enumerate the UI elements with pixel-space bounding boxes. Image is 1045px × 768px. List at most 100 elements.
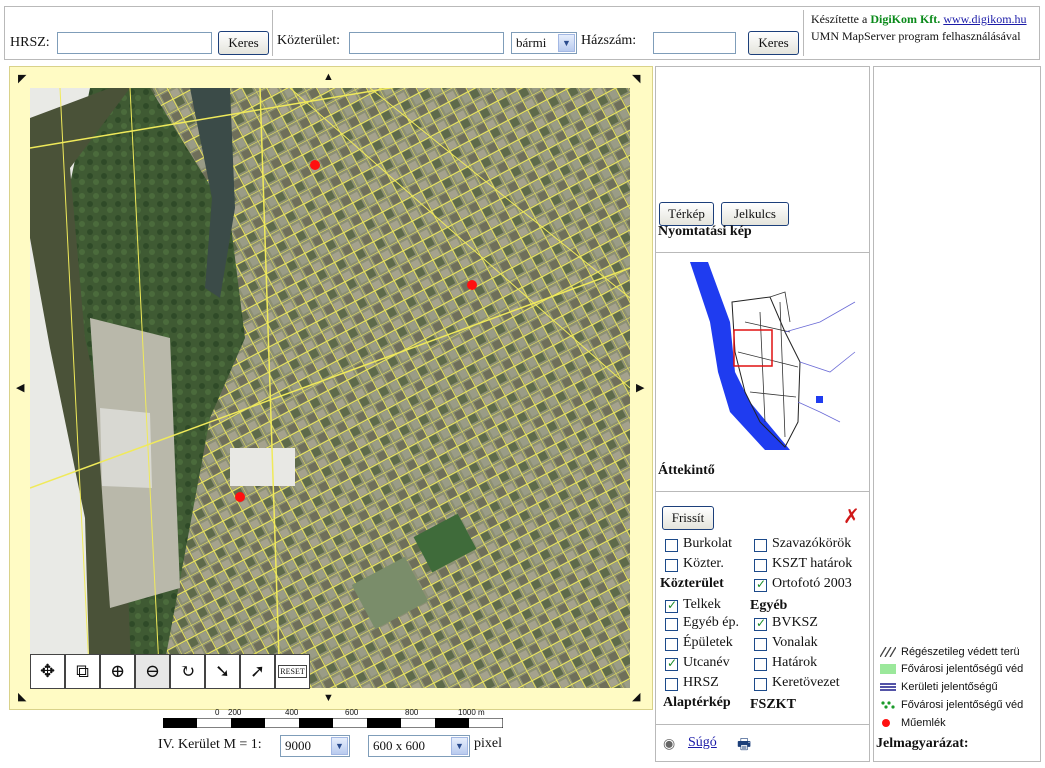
refresh-layers-button[interactable]: Frissít [662,506,714,530]
credit: Készítette a DigiKom Kft. www.digikom.hu… [811,11,1039,45]
legend-item: Régészetileg védett terü [880,646,1020,658]
pan-tool-button[interactable]: ✥ [30,654,65,689]
zoom-refresh-button[interactable]: ↻ [170,654,205,689]
layer-label: Szavazókörök [772,536,852,551]
chevron-down-icon: ▼ [451,737,468,755]
layer-checkbox-utcanev[interactable] [665,656,678,671]
legend-label: Fővárosi jelentőségű véd [901,663,1024,675]
layer-checkbox-hatarok[interactable] [754,658,767,671]
print-icon[interactable]: 🖶 [737,734,751,759]
layer-label: HRSZ [683,675,719,690]
layer-checkbox-kozter[interactable] [665,559,678,572]
pan-southeast-icon[interactable]: ◢ [632,692,640,703]
legend-label: Műemlék [901,717,946,729]
credit-prefix: Készítette a [811,12,871,26]
layer-checkbox-bvksz[interactable] [754,616,767,631]
street-input[interactable] [349,32,504,54]
clear-layers-icon[interactable]: ✗ [843,504,860,528]
layer-label: Keretövezet [772,675,840,690]
scale-tick: 600 [345,708,359,717]
alapterkep-section-title: Alaptérkép [663,695,731,710]
street-type-select[interactable]: bármi ▼ [511,32,577,54]
info-tool-button[interactable]: ➘ [205,654,240,689]
pan-east-icon[interactable]: ▶ [636,383,644,394]
hrsz-search-button[interactable]: Keres [218,31,269,55]
layer-checkbox-szavazokorok[interactable] [754,539,767,552]
company-link[interactable]: www.digikom.hu [943,12,1026,26]
scale-tick: 200 [228,708,242,717]
hrsz-label: HRSZ: [10,35,50,50]
layer-label: Közter. [683,556,724,571]
legend-item: Fővárosi jelentőségű véd [880,699,1023,711]
map-size-select[interactable]: 600 x 600 ▼ [368,735,470,757]
legend-item: Fővárosi jelentőségű véd [880,663,1023,675]
legend-item: Kerületi jelentőségű [880,681,998,693]
layer-label: KSZT határok [772,556,853,571]
scale-tick: 400 [285,708,299,717]
map-size-value: 600 x 600 [373,738,425,753]
pan-south-icon[interactable]: ▼ [323,693,334,704]
zoom-in-button[interactable]: ⊕ [100,654,135,689]
hatch-swatch-icon [880,647,896,657]
layer-checkbox-vonalak[interactable] [754,638,767,651]
dots-swatch-icon [881,701,895,709]
pan-southwest-icon[interactable]: ◣ [18,692,26,703]
scale-value: 9000 [285,738,311,753]
scale-select[interactable]: 9000 ▼ [280,735,350,757]
measure-tool-button[interactable]: ➚ [240,654,275,689]
measure-arrow-icon: ➚ [249,661,266,681]
pan-northwest-icon[interactable]: ◤ [18,74,26,85]
legend-label: Kerületi jelentőségű [901,681,998,693]
street-label: Közterület: [277,33,340,48]
pan-north-icon[interactable]: ▲ [323,72,334,83]
reset-button[interactable]: RESET [275,654,310,689]
layer-label: Ortofotó 2003 [772,576,852,591]
hrsz-input[interactable] [57,32,212,54]
lines-swatch-icon [880,683,896,691]
layer-checkbox-hrsz[interactable] [665,678,678,691]
green-swatch-icon [880,664,896,674]
house-search-button[interactable]: Keres [748,31,799,55]
zoom-box-icon: ⧉ [76,661,89,681]
layer-checkbox-egyeb-ep[interactable] [665,618,678,631]
zoom-refresh-icon: ↻ [179,661,196,681]
overview-map[interactable] [690,262,860,450]
layer-checkbox-ortofoto[interactable] [754,577,767,592]
egyeb-section-title: Egyéb [750,598,788,613]
zoom-out-icon: ⊖ [144,661,161,681]
map-toolbar: ✥ ⧉ ⊕ ⊖ ↻ ➘ ➚ RESET [30,654,315,690]
layer-label: Épületek [683,635,733,650]
help-link[interactable]: Súgó [688,735,717,751]
zoom-box-button[interactable]: ⧉ [65,654,100,689]
pan-northeast-icon[interactable]: ◥ [632,74,640,85]
legend-item: Műemlék [880,717,946,729]
aerial-map-image [30,88,630,688]
fszkt-section-title: FSZKT [750,697,796,712]
house-number-input[interactable] [653,32,736,54]
layer-label: Egyéb ép. [683,615,739,630]
pan-west-icon[interactable]: ◀ [16,383,24,394]
zoom-out-button[interactable]: ⊖ [135,654,170,689]
layer-checkbox-keretovezet[interactable] [754,678,767,691]
pan-icon: ✥ [39,661,56,681]
layer-checkbox-burkolat[interactable] [665,539,678,552]
print-map-button[interactable]: Térkép [659,202,714,226]
house-label: Házszám: [581,33,637,48]
street-type-value: bármi [516,35,547,50]
scale-tick: 800 [405,708,419,717]
district-scale-label: IV. Kerület M = 1: [158,737,262,752]
overview-title: Áttekintő [658,463,715,478]
layer-label: Vonalak [772,635,818,650]
map-canvas[interactable] [30,88,630,688]
scale-bar [163,718,503,728]
layer-checkbox-telkek[interactable] [665,598,678,613]
legend-title: Jelmagyarázat: [876,736,969,751]
search-bar: HRSZ: Keres Közterület: bármi ▼ Házszám:… [4,6,1040,60]
layer-checkbox-epuletek[interactable] [665,638,678,651]
map-size-unit: pixel [474,736,502,751]
layer-checkbox-kszt[interactable] [754,559,767,572]
help-circle-icon[interactable]: ◉ [663,736,675,753]
print-legend-button[interactable]: Jelkulcs [721,202,789,226]
chevron-down-icon: ▼ [558,34,575,52]
legend-label: Régészetileg védett terü [901,646,1020,658]
